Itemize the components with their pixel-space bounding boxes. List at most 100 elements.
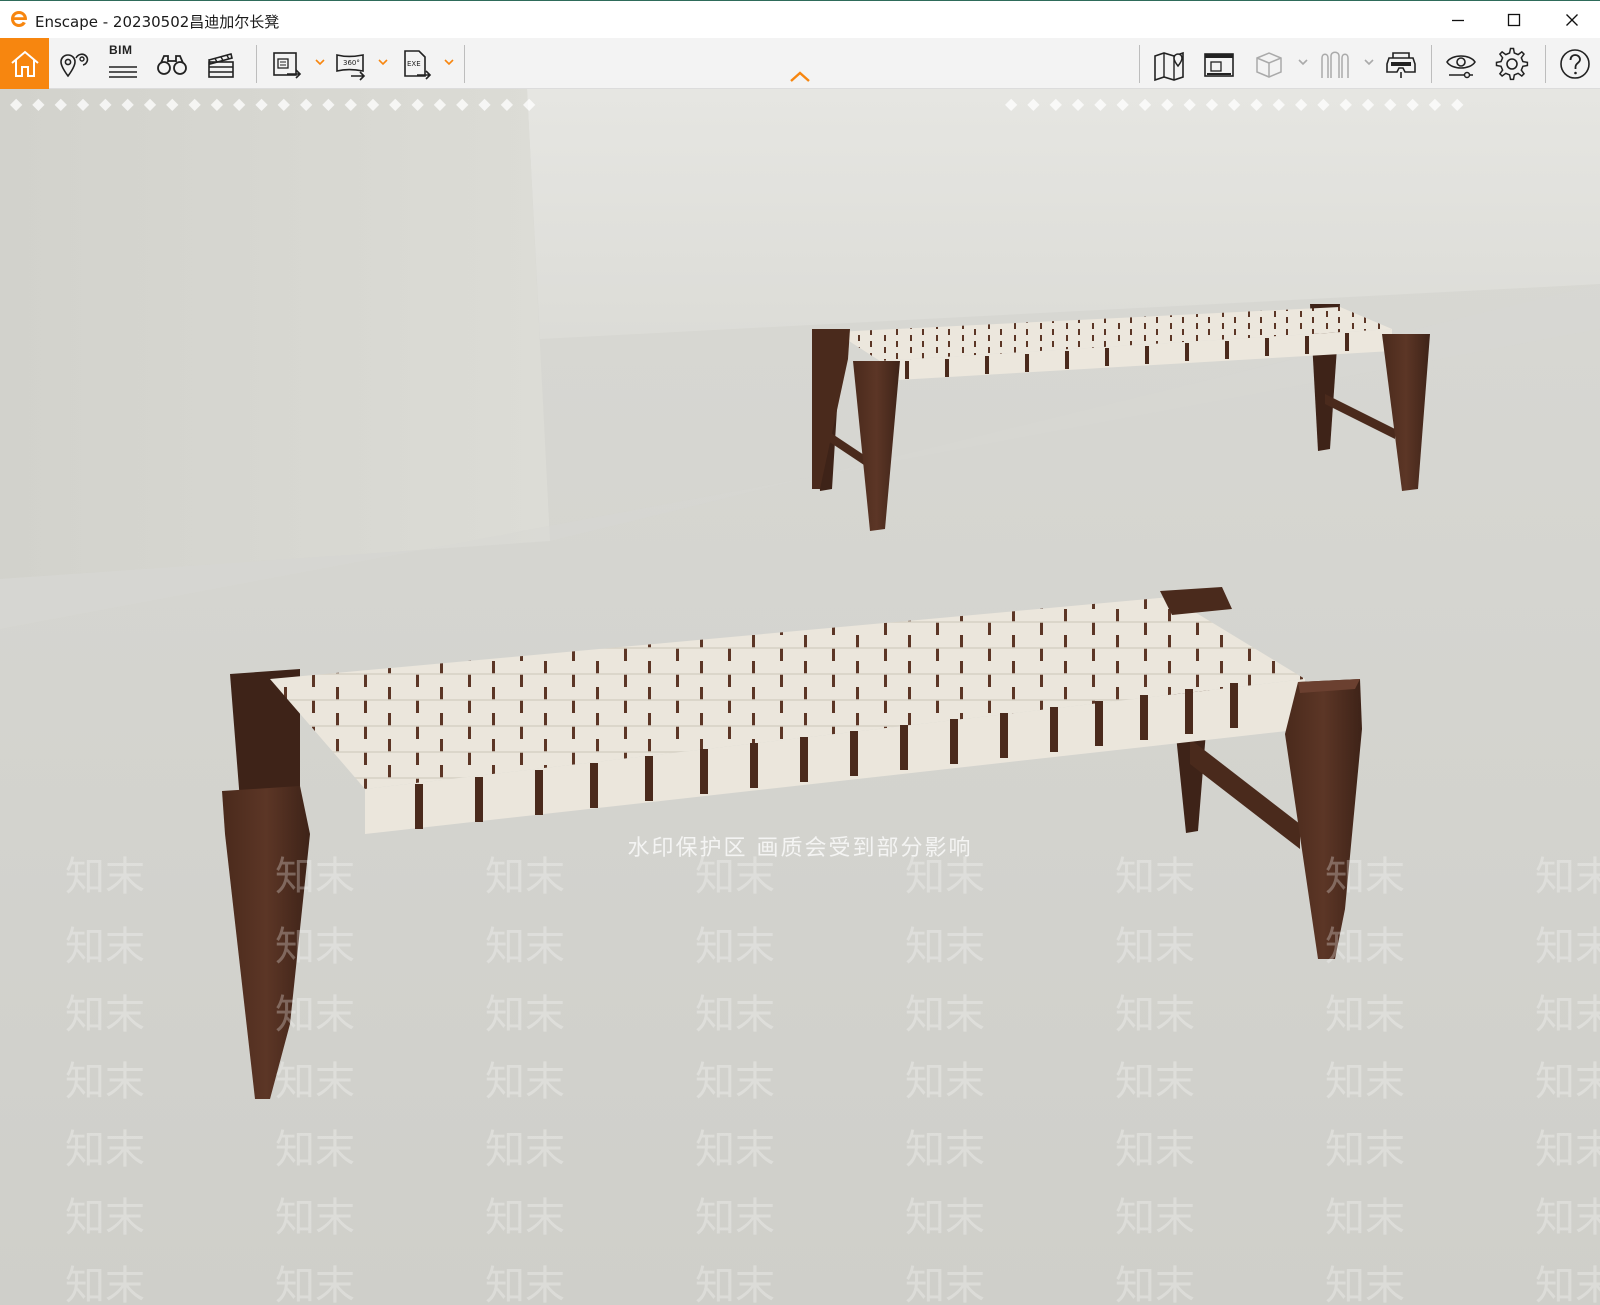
- collapse-toolbar-button[interactable]: [788, 69, 812, 85]
- watermark-tile: 知末: [65, 1263, 145, 1305]
- title-bar: Enscape - 20230502昌迪加尔长凳: [0, 0, 1600, 38]
- watermark-tile: 知末: [65, 1059, 145, 1105]
- maximize-icon: [1507, 13, 1521, 27]
- watermark-tile: 知末: [1325, 924, 1405, 970]
- panorama-export-icon: 360°: [336, 53, 366, 81]
- watermark-tile: 知末: [1325, 1195, 1405, 1241]
- watermark-tile: 知末: [905, 924, 985, 970]
- asset-library-dropdown[interactable]: [1296, 55, 1310, 69]
- watermark-tile: 知末: [905, 1263, 985, 1305]
- exe-label: EXE: [407, 60, 421, 68]
- bim-label: BIM: [109, 43, 133, 57]
- chevron-down-icon: [1298, 59, 1308, 66]
- map-icon: [1154, 51, 1184, 81]
- watermark-tile: 知末: [1535, 1263, 1600, 1305]
- watermark-tile: 知末: [695, 1195, 775, 1241]
- asset-library-button[interactable]: [1245, 38, 1293, 89]
- chevron-down-icon: [378, 59, 388, 66]
- watermark-tile: 知末: [1115, 1195, 1195, 1241]
- settings-button[interactable]: [1488, 38, 1536, 89]
- bim-button[interactable]: BIM: [99, 38, 147, 89]
- panorama-export-dropdown[interactable]: [376, 55, 390, 69]
- home-button[interactable]: [0, 38, 49, 89]
- exe-export-icon: EXE: [404, 49, 432, 80]
- watermark-tile: 知末: [1115, 1127, 1195, 1173]
- views-button[interactable]: [50, 38, 98, 89]
- exe-export-dropdown[interactable]: [442, 55, 456, 69]
- render-viewport[interactable]: 知末 知末 知末 知末 知末 知末 知末 知末 知末 知末 知末 知末 知末 知…: [0, 89, 1600, 1305]
- gear-icon: [1495, 47, 1529, 80]
- watermark-tile: 知末: [1115, 1059, 1195, 1105]
- map-button[interactable]: [1145, 38, 1193, 89]
- screenshot-export-dropdown[interactable]: [313, 55, 327, 69]
- exe-export-button[interactable]: EXE: [393, 38, 441, 89]
- minimize-button[interactable]: [1430, 1, 1486, 39]
- web-standalone-button[interactable]: [1195, 38, 1243, 89]
- watermark-tile: 知末: [1535, 1059, 1600, 1105]
- watermark-tile: 知末: [695, 1263, 775, 1305]
- watermark-tile: 知末: [485, 1263, 565, 1305]
- web-export-icon: [1204, 52, 1234, 77]
- watermark-tile: 知末: [485, 1059, 565, 1105]
- toolbar-separator: [256, 45, 257, 83]
- watermark-tile: 知末: [1325, 1127, 1405, 1173]
- clapperboard-icon: [208, 52, 234, 78]
- eye-icon: [1446, 54, 1476, 78]
- image-export-icon: [273, 51, 302, 79]
- watermark-tile: 知末: [695, 924, 775, 970]
- watermark-tile: 知末: [905, 992, 985, 1038]
- watermark-tile: 知末: [275, 1127, 355, 1173]
- material-editor-dropdown[interactable]: [1362, 55, 1376, 69]
- watermark-tile: 知末: [1535, 924, 1600, 970]
- binoculars-button[interactable]: [148, 38, 196, 89]
- vr-headset-button[interactable]: [1377, 38, 1425, 89]
- watermark-tile: 知末: [275, 992, 355, 1038]
- toolbar-separator: [1545, 45, 1546, 83]
- watermark-tile: 知末: [1115, 992, 1195, 1038]
- panorama-export-button[interactable]: 360°: [327, 38, 375, 89]
- watermark-tile: 知末: [65, 924, 145, 970]
- watermark-tile: 知末: [275, 1059, 355, 1105]
- watermark-tile: 知末: [1115, 924, 1195, 970]
- chevron-down-icon: [1364, 59, 1374, 66]
- watermark-tile: 知末: [485, 1127, 565, 1173]
- watermark-tile: 知末: [65, 992, 145, 1038]
- material-editor-button[interactable]: [1311, 38, 1359, 89]
- watermark-tile: 知末: [485, 1195, 565, 1241]
- toolbar-separator: [1139, 45, 1140, 83]
- toolbar-separator: [1431, 45, 1432, 83]
- chevron-up-icon: [790, 71, 810, 82]
- watermark-tile: 知末: [1325, 992, 1405, 1038]
- watermark-tile: 知末: [1535, 1127, 1600, 1173]
- help-button[interactable]: [1551, 38, 1599, 89]
- binoculars-icon: [157, 54, 187, 75]
- minimize-icon: [1452, 19, 1464, 22]
- close-button[interactable]: [1544, 1, 1600, 39]
- watermark-tile: 知末: [485, 992, 565, 1038]
- enscape-logo-icon: [8, 8, 30, 30]
- help-icon: [1560, 48, 1590, 79]
- video-editor-button[interactable]: [197, 38, 245, 89]
- visual-settings-button[interactable]: [1437, 38, 1485, 89]
- maximize-button[interactable]: [1486, 1, 1542, 39]
- watermark-tile: 知末: [1325, 1059, 1405, 1105]
- watermark-tile: 知末: [65, 1127, 145, 1173]
- watermark-tile: 知末: [1535, 1195, 1600, 1241]
- watermark-tile: 知末: [275, 924, 355, 970]
- panorama-label: 360°: [343, 59, 360, 67]
- watermark-tile: 知末: [1115, 1263, 1195, 1305]
- watermark-tile: 知末: [1535, 992, 1600, 1038]
- watermark-tile: 知末: [905, 1127, 985, 1173]
- watermark-tile: 知末: [275, 1195, 355, 1241]
- watermark-tile: 知末: [905, 1195, 985, 1241]
- watermark-tile: 知末: [905, 1059, 985, 1105]
- watermark-tile: 知末: [695, 1127, 775, 1173]
- toolbar-separator: [464, 45, 465, 83]
- watermark-diamonds-right: ◆◆◆◆◆◆◆◆◆◆◆◆◆◆◆◆◆◆◆◆◆: [1005, 96, 1474, 113]
- watermark-tile: 知末: [1325, 1263, 1405, 1305]
- watermark-diamonds-left: ◆◆◆◆◆◆◆◆◆◆◆◆◆◆◆◆◆◆◆◆◆◆◆◆: [10, 96, 546, 113]
- screenshot-export-button[interactable]: [263, 38, 311, 89]
- chevron-down-icon: [315, 59, 325, 66]
- watermark-tile: 知末: [695, 992, 775, 1038]
- chevron-down-icon: [444, 59, 454, 66]
